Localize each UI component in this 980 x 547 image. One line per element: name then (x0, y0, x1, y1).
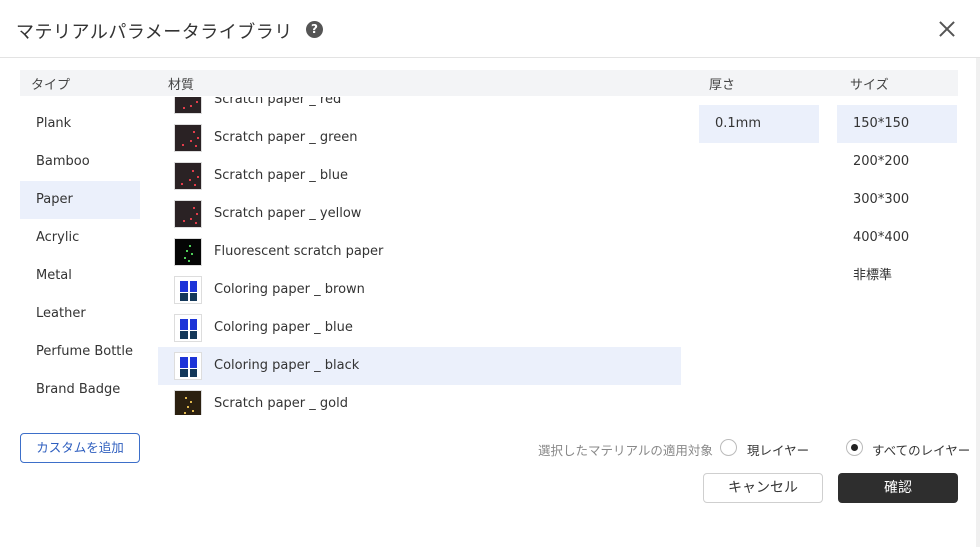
size-item-nonstandard[interactable]: 非標準 (837, 257, 957, 295)
current-layer-label[interactable]: 現レイヤー (747, 440, 809, 459)
help-icon[interactable]: ? (306, 21, 323, 38)
material-item[interactable]: Scratch paper _ yellow (158, 195, 681, 233)
scratch-paper-thumbnail (174, 162, 202, 190)
material-item[interactable]: Fluorescent scratch paper (158, 233, 681, 271)
material-label: Scratch paper _ gold (214, 396, 348, 411)
material-label: Scratch paper _ green (214, 130, 358, 145)
type-item-plank[interactable]: Plank (20, 105, 140, 143)
material-list[interactable]: Scratch paper _ red Scratch paper _ gree… (158, 97, 681, 415)
material-item[interactable]: Scratch paper _ green (158, 119, 681, 157)
column-header-row (20, 70, 958, 96)
current-layer-radio[interactable] (720, 439, 737, 456)
type-item-perfume-bottle[interactable]: Perfume Bottle (20, 333, 140, 371)
coloring-paper-thumbnail (174, 352, 202, 380)
type-item-bamboo[interactable]: Bamboo (20, 143, 140, 181)
column-header-size: サイズ (850, 78, 889, 93)
confirm-button[interactable]: 確認 (838, 473, 958, 503)
size-item-200[interactable]: 200*200 (837, 143, 957, 181)
column-header-type: タイプ (31, 78, 71, 93)
material-item[interactable]: Scratch paper _ gold (158, 385, 681, 415)
add-custom-button[interactable]: カスタムを追加 (20, 433, 140, 463)
type-item-leather[interactable]: Leather (20, 295, 140, 333)
thickness-item[interactable]: 0.1mm (699, 105, 819, 143)
material-item[interactable]: Coloring paper _ brown (158, 271, 681, 309)
type-item-metal[interactable]: Metal (20, 257, 140, 295)
apply-target-label: 選択したマテリアルの適用対象 (538, 443, 713, 458)
dialog-titlebar: マテリアルパラメータライブラリ ? (0, 0, 980, 58)
scratch-paper-thumbnail (174, 97, 202, 114)
fluorescent-paper-thumbnail (174, 238, 202, 266)
all-layers-radio[interactable] (846, 439, 863, 456)
material-item[interactable]: Scratch paper _ blue (158, 157, 681, 195)
dialog-title: マテリアルパラメータライブラリ (16, 22, 293, 43)
size-item-150[interactable]: 150*150 (837, 105, 957, 143)
all-layers-label[interactable]: すべてのレイヤー (872, 440, 970, 459)
type-item-brand-badge[interactable]: Brand Badge (20, 371, 140, 409)
material-label: Scratch paper _ red (214, 97, 342, 107)
close-icon[interactable] (936, 18, 958, 40)
column-header-thickness: 厚さ (709, 78, 736, 93)
material-label: Scratch paper _ blue (214, 168, 349, 183)
dialog-scrollbar[interactable] (976, 58, 980, 547)
gold-paper-thumbnail (174, 390, 202, 415)
size-item-400[interactable]: 400*400 (837, 219, 957, 257)
material-label: Coloring paper _ black (214, 358, 360, 373)
scratch-paper-thumbnail (174, 200, 202, 228)
material-item-selected[interactable]: Coloring paper _ black (158, 347, 681, 385)
column-header-material: 材質 (168, 78, 195, 93)
scratch-paper-thumbnail (174, 124, 202, 152)
material-label: Scratch paper _ yellow (214, 206, 362, 221)
coloring-paper-thumbnail (174, 276, 202, 304)
material-label: Coloring paper _ brown (214, 282, 365, 297)
material-item[interactable]: Coloring paper _ blue (158, 309, 681, 347)
material-item[interactable]: Scratch paper _ red (158, 97, 681, 119)
coloring-paper-thumbnail (174, 314, 202, 342)
material-label: Fluorescent scratch paper (214, 244, 384, 259)
cancel-button[interactable]: キャンセル (703, 473, 823, 503)
type-item-paper[interactable]: Paper (20, 181, 140, 219)
size-item-300[interactable]: 300*300 (837, 181, 957, 219)
material-label: Coloring paper _ blue (214, 320, 353, 335)
type-item-acrylic[interactable]: Acrylic (20, 219, 140, 257)
